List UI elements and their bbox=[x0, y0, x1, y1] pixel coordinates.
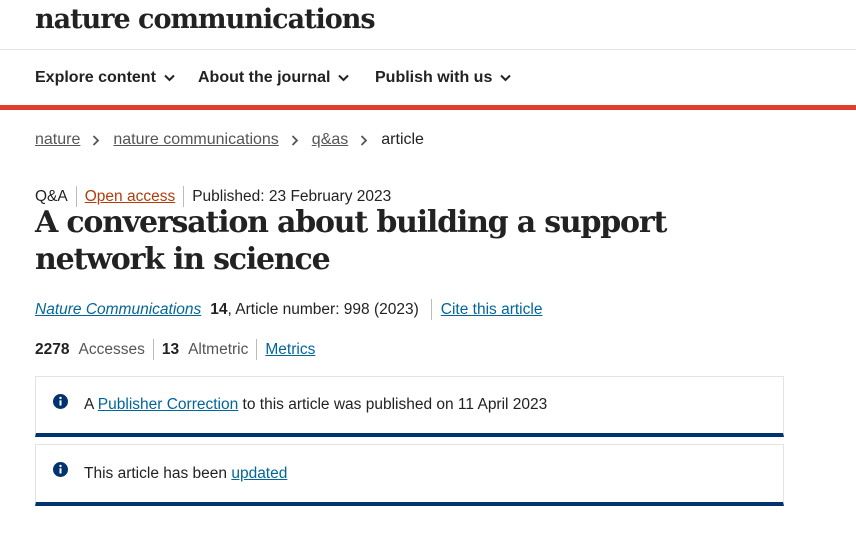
site-logo[interactable]: nature communications bbox=[35, 2, 376, 38]
nav-publish-with-us-label: Publish with us bbox=[375, 69, 493, 86]
article-metrics: 2278 Accesses 13 Altmetric Metrics bbox=[35, 339, 315, 360]
nav-explore-content[interactable]: Explore content bbox=[35, 68, 175, 88]
chevron-down-icon bbox=[338, 74, 350, 82]
divider bbox=[152, 339, 154, 360]
update-notice-prefix: This article has been bbox=[84, 465, 232, 482]
chevron-right-icon bbox=[93, 134, 100, 146]
altmetric-count: 13 bbox=[161, 340, 180, 358]
masthead: nature communications bbox=[0, 0, 856, 50]
correction-notice: A Publisher Correction to this article w… bbox=[35, 376, 784, 437]
correction-notice-suffix: to this article was published on 11 Apri… bbox=[238, 396, 548, 413]
article-title: A conversation about building a support … bbox=[35, 205, 667, 277]
accesses-label: Accesses bbox=[78, 340, 145, 358]
breadcrumb-link-qas[interactable]: q&as bbox=[312, 130, 348, 150]
article-citation: Nature Communications 14 , Article numbe… bbox=[35, 299, 542, 320]
metrics-link[interactable]: Metrics bbox=[265, 340, 315, 360]
update-notice-text: This article has been updated bbox=[84, 464, 287, 484]
chevron-down-icon bbox=[164, 74, 175, 82]
altmetric-label: Altmetric bbox=[188, 340, 249, 358]
info-icon bbox=[53, 394, 68, 409]
nav-about-journal-label: About the journal bbox=[198, 69, 331, 86]
update-notice: This article has been updated bbox=[35, 444, 784, 506]
nav-publish-with-us[interactable]: Publish with us bbox=[375, 68, 512, 88]
journal-link[interactable]: Nature Communications bbox=[35, 300, 201, 320]
breadcrumb-link-nature-communications[interactable]: nature communications bbox=[113, 130, 278, 150]
info-icon bbox=[53, 462, 68, 477]
nav-explore-content-label: Explore content bbox=[35, 69, 156, 86]
chevron-right-icon bbox=[361, 134, 368, 146]
volume-number: 14 bbox=[210, 300, 228, 318]
correction-notice-text: A Publisher Correction to this article w… bbox=[84, 395, 547, 415]
breadcrumb-link-nature[interactable]: nature bbox=[35, 130, 80, 150]
nav-about-journal[interactable]: About the journal bbox=[198, 68, 350, 88]
chevron-down-icon bbox=[500, 74, 512, 82]
chevron-right-icon bbox=[291, 134, 299, 146]
breadcrumb-current: article bbox=[381, 131, 424, 148]
correction-notice-prefix: A bbox=[84, 396, 98, 413]
article-number: , Article number: 998 (2023) bbox=[227, 300, 419, 318]
divider bbox=[256, 339, 258, 360]
main-nav: Explore content About the journal Publis… bbox=[0, 50, 856, 110]
updated-link[interactable]: updated bbox=[231, 465, 287, 482]
accesses-count: 2278 bbox=[35, 340, 70, 358]
divider bbox=[430, 299, 432, 320]
breadcrumb: nature nature communications q&as articl… bbox=[35, 130, 424, 150]
publisher-correction-link[interactable]: Publisher Correction bbox=[98, 396, 238, 413]
cite-this-article-link[interactable]: Cite this article bbox=[441, 300, 543, 320]
